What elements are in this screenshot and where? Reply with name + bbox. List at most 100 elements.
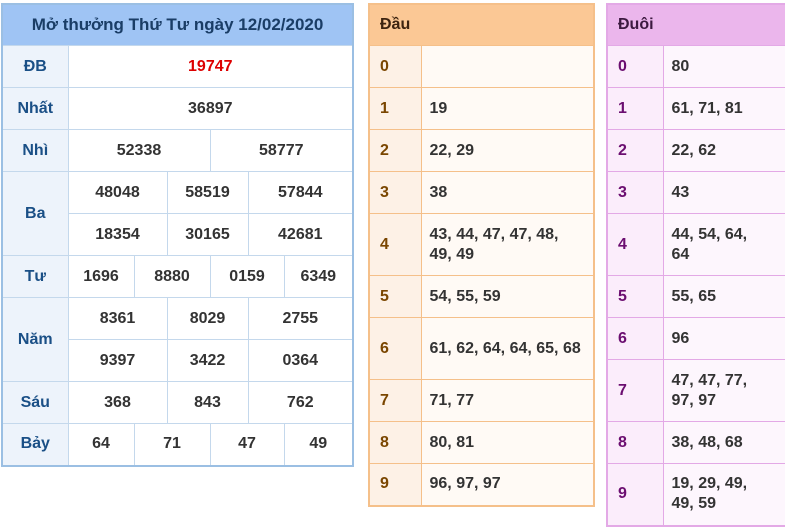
duoi-key: 4 [606,213,664,276]
duoi-key: 1 [606,87,664,130]
dau-key: 6 [368,317,422,380]
dau-key: 8 [368,421,422,464]
duoi-values: 44, 54, 64, 64 [662,213,785,276]
prize-row-nam: Năm 8361 8029 2755 [1,297,354,382]
dau-table: Đầu 0 1 19 2 22, 29 3 38 4 43, 44, 47, 4… [368,3,596,507]
prize-number: 1696 [67,255,135,298]
prize-row-db: ĐB 19747 [1,45,354,88]
duoi-values: 55, 65 [662,275,785,318]
dau-values: 54, 55, 59 [420,275,595,318]
dau-values [420,45,595,88]
prize-number: 64 [67,423,135,466]
dau-key: 7 [368,379,422,422]
prize-number: 8880 [133,255,211,298]
duoi-values: 43 [662,171,785,214]
prize-label: ĐB [1,45,69,88]
dau-row: 8 80, 81 [368,421,595,464]
dau-key: 0 [368,45,422,88]
dau-row: 9 96, 97, 97 [368,463,595,506]
dau-values: 43, 44, 47, 47, 48, 49, 49 [420,213,595,276]
duoi-values: 96 [662,317,785,360]
prize-number: 30165 [166,213,249,256]
dau-key: 5 [368,275,422,318]
duoi-values: 47, 47, 77, 97, 97 [662,359,785,422]
dau-values: 38 [420,171,595,214]
duoi-row: 3 43 [606,171,785,214]
dau-row: 1 19 [368,87,595,130]
duoi-key: 9 [606,463,664,526]
prize-label: Nhì [1,129,69,172]
prize-number: 6349 [283,255,354,298]
duoi-values: 38, 48, 68 [662,421,785,464]
duoi-key: 2 [606,129,664,172]
prize-row-tu: Tư 1696 8880 0159 6349 [1,255,354,298]
prize-number: 36897 [67,87,354,130]
duoi-row: 1 61, 71, 81 [606,87,785,130]
duoi-row: 2 22, 62 [606,129,785,172]
duoi-values: 80 [662,45,785,88]
duoi-row: 8 38, 48, 68 [606,421,785,464]
prize-label: Năm [1,297,69,382]
duoi-header: Đuôi [606,3,785,46]
prize-number: 8361 [67,297,168,340]
prize-number: 2755 [247,297,354,340]
prize-number: 71 [133,423,211,466]
prize-number: 368 [67,381,168,424]
dau-row: 5 54, 55, 59 [368,275,595,318]
duoi-key: 6 [606,317,664,360]
duoi-key: 0 [606,45,664,88]
prize-number: 9397 [67,339,168,382]
dau-row: 7 71, 77 [368,379,595,422]
duoi-key: 3 [606,171,664,214]
prize-number: 58519 [166,171,249,214]
prize-number: 48048 [67,171,168,214]
dau-header: Đầu [368,3,595,46]
duoi-row: 9 19, 29, 49, 49, 59 [606,463,785,526]
dau-values: 22, 29 [420,129,595,172]
prize-row-nhi: Nhì 52338 58777 [1,129,354,172]
duoi-row: 0 80 [606,45,785,88]
prize-row-sau: Sáu 368 843 762 [1,381,354,424]
prize-number: 52338 [67,129,211,172]
duoi-row: 6 96 [606,317,785,360]
prize-number: 42681 [247,213,354,256]
prize-label: Nhất [1,87,69,130]
duoi-values: 61, 71, 81 [662,87,785,130]
prize-number: 57844 [247,171,354,214]
dau-key: 9 [368,463,422,506]
dau-row: 0 [368,45,595,88]
dau-values: 19 [420,87,595,130]
duoi-key: 7 [606,359,664,422]
prize-number: 8029 [166,297,249,340]
prize-number: 762 [247,381,354,424]
prize-row-ba: Ba 48048 58519 57844 [1,171,354,256]
dau-values: 71, 77 [420,379,595,422]
duoi-values: 22, 62 [662,129,785,172]
dau-row: 6 61, 62, 64, 64, 65, 68 [368,317,595,380]
duoi-key: 8 [606,421,664,464]
prize-number: 18354 [67,213,168,256]
prize-label: Ba [1,171,69,256]
dau-key: 1 [368,87,422,130]
prize-label: Bảy [1,423,69,466]
prize-number: 843 [166,381,249,424]
dau-key: 3 [368,171,422,214]
prize-number: 47 [209,423,285,466]
dau-row: 2 22, 29 [368,129,595,172]
dau-values: 96, 97, 97 [420,463,595,506]
prize-row-bay: Bảy 64 71 47 49 [1,423,354,466]
prize-label: Tư [1,255,69,298]
duoi-table: Đuôi 0 80 1 61, 71, 81 2 22, 62 3 43 4 4… [606,3,785,527]
lottery-results-table: Mở thưởng Thứ Tư ngày 12/02/2020 ĐB 1974… [1,3,355,467]
prize-number-special: 19747 [67,45,354,88]
prize-label: Sáu [1,381,69,424]
dau-values: 80, 81 [420,421,595,464]
prize-row-nhat: Nhất 36897 [1,87,354,130]
dau-key: 2 [368,129,422,172]
dau-row: 4 43, 44, 47, 47, 48, 49, 49 [368,213,595,276]
duoi-key: 5 [606,275,664,318]
duoi-values: 19, 29, 49, 49, 59 [662,463,785,526]
duoi-row: 7 47, 47, 77, 97, 97 [606,359,785,422]
prize-number: 3422 [166,339,249,382]
duoi-row: 5 55, 65 [606,275,785,318]
